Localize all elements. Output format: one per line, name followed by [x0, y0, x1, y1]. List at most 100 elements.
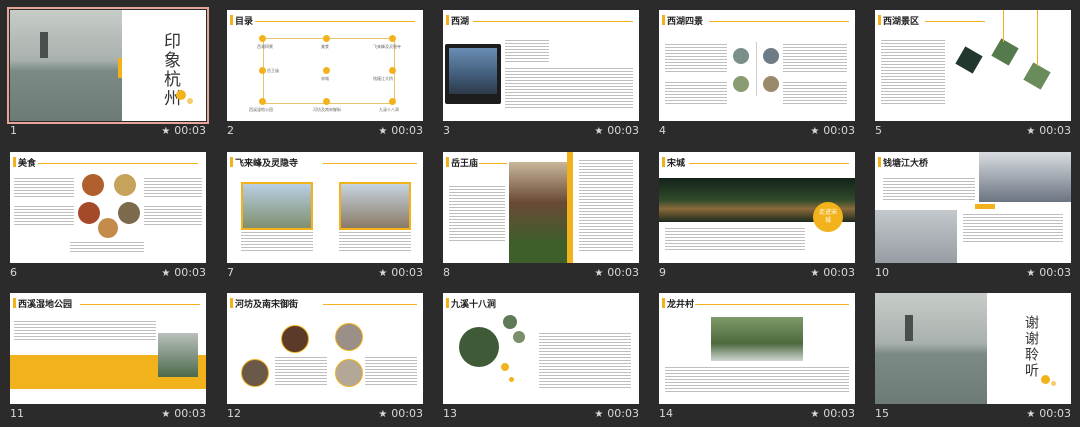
badge-text: 走进宋城: [818, 209, 837, 224]
slide-preview[interactable]: 西溪湿地公园: [10, 293, 206, 404]
slide-number: 1: [10, 124, 17, 137]
decor-dot: [1051, 381, 1056, 386]
slide-preview[interactable]: 岳王庙: [443, 152, 639, 263]
text-block: [144, 178, 202, 198]
slide-preview[interactable]: 龙井村: [659, 293, 855, 404]
bridge-photo: [875, 210, 957, 263]
slide-preview[interactable]: 印象杭州: [7, 7, 209, 124]
text-block: [783, 82, 847, 106]
street-photo: [241, 359, 269, 387]
slide-preview[interactable]: 飞来峰及灵隐寺: [227, 152, 423, 263]
slide-preview[interactable]: 目录 西湖四景 美食 飞来峰及灵隐寺 岳王庙 宋城 钱塘江大桥 西溪湿地公园 河…: [227, 10, 423, 121]
title-bar: [662, 157, 665, 167]
text-block: [505, 40, 549, 64]
slide-preview[interactable]: 西湖景区: [875, 10, 1071, 121]
slide-thumbnail-7[interactable]: 飞来峰及灵隐寺 7 ★ 00:03: [227, 152, 423, 286]
decor-dot: [501, 363, 509, 371]
slide-timing: ★ 00:03: [810, 266, 855, 279]
text-block: [241, 232, 313, 252]
title-bar: [878, 157, 881, 167]
slide-thumbnail-14[interactable]: 龙井村 14 ★ 00:03: [659, 293, 855, 427]
street-photo: [335, 359, 363, 387]
star-icon: ★: [1026, 268, 1036, 279]
slide-title: 西湖四景: [667, 17, 704, 27]
title-bar: [230, 157, 233, 167]
slide-thumbnail-2[interactable]: 目录 西湖四景 美食 飞来峰及灵隐寺 岳王庙 宋城 钱塘江大桥 西溪湿地公园 河…: [227, 10, 423, 144]
title-line: [38, 163, 198, 164]
scene-photo: [763, 48, 779, 64]
slide-thumbnail-9[interactable]: 宋城 走进宋城 9 ★ 00:03: [659, 152, 855, 286]
slide-preview[interactable]: 美食: [10, 152, 206, 263]
hexagon-photo: [955, 46, 983, 74]
text-block: [14, 178, 74, 198]
slide-thumbnail-4[interactable]: 西湖四景 4 ★ 00:03: [659, 10, 855, 144]
slide-number: 5: [875, 124, 882, 137]
slide-thumbnail-8[interactable]: 岳王庙 8 ★ 00:03: [443, 152, 639, 286]
pagoda-shape: [40, 32, 48, 58]
slide-preview[interactable]: 九溪十八涧: [443, 293, 639, 404]
text-block: [665, 82, 727, 106]
slide-number: 10: [875, 266, 889, 279]
slide-thumbnail-6[interactable]: 美食 6 ★ 00:03: [10, 152, 206, 286]
slide-thumbnail-13[interactable]: 九溪十八涧 13 ★ 00:03: [443, 293, 639, 427]
star-icon: ★: [161, 409, 171, 420]
village-photo: [711, 317, 803, 361]
text-block: [665, 367, 849, 393]
slide-title: 西湖景区: [883, 17, 920, 27]
title-bar: [230, 298, 233, 308]
toc-item: 飞来峰及灵隐寺: [373, 44, 401, 49]
text-block: [14, 321, 156, 341]
toc-item: 九溪十八涧: [379, 107, 399, 112]
toc-item: 岳王庙: [267, 68, 279, 73]
slide-timing: ★ 00:03: [161, 407, 206, 420]
slide-number: 8: [443, 266, 450, 279]
accent-bar: [567, 152, 573, 263]
slide-title: 钱塘江大桥: [883, 159, 929, 169]
title-bar: [878, 15, 881, 25]
slide-thumbnail-10[interactable]: 钱塘江大桥 10 ★ 00:03: [875, 152, 1071, 286]
slide-preview[interactable]: 谢谢聆听: [875, 293, 1071, 404]
street-photo: [335, 323, 363, 351]
title-bar: [662, 15, 665, 25]
slide-thumbnail-11[interactable]: 西溪湿地公园 11 ★ 00:03: [10, 293, 206, 427]
text-block: [449, 186, 505, 242]
text-block: [665, 44, 727, 74]
slide-thumbnail-1[interactable]: 印象杭州 1 ★ 00:03: [7, 7, 209, 144]
slide-thumbnail-5[interactable]: 西湖景区 5 ★ 00:03: [875, 10, 1071, 144]
west-lake-pagoda-photo: [10, 10, 122, 121]
decor-dot: [509, 377, 514, 382]
star-icon: ★: [378, 126, 388, 137]
slide-number: 4: [659, 124, 666, 137]
stream-photo: [503, 315, 517, 329]
text-block: [579, 160, 633, 252]
slide-preview[interactable]: 宋城 走进宋城: [659, 152, 855, 263]
toc-dot: [259, 35, 266, 42]
text-block: [14, 206, 74, 226]
title-line: [695, 304, 849, 305]
slide-timing: ★ 00:03: [161, 266, 206, 279]
slide-preview[interactable]: 西湖: [443, 10, 639, 121]
temple-photo: [339, 182, 411, 230]
slide-title: 河坊及南宋御街: [235, 300, 299, 310]
west-lake-pagoda-photo: [875, 293, 987, 404]
toc-dot: [259, 98, 266, 105]
text-block: [665, 228, 805, 252]
slide-thumbnail-12[interactable]: 河坊及南宋御街 12 ★ 00:03: [227, 293, 423, 427]
slide-timing: ★ 00:03: [810, 407, 855, 420]
toc-item: 西湖四景: [257, 44, 273, 49]
star-icon: ★: [1026, 126, 1036, 137]
slide-preview[interactable]: 钱塘江大桥: [875, 152, 1071, 263]
slide-thumbnail-3[interactable]: 西湖 3 ★ 00:03: [443, 10, 639, 144]
text-block: [339, 232, 411, 252]
star-icon: ★: [810, 409, 820, 420]
food-photo: [82, 174, 104, 196]
slide-preview[interactable]: 河坊及南宋御街: [227, 293, 423, 404]
text-block: [881, 40, 945, 104]
title-line: [689, 163, 849, 164]
slide-preview[interactable]: 西湖四景: [659, 10, 855, 121]
slide-timing: ★ 00:03: [1026, 407, 1071, 420]
hexagon-photo: [991, 38, 1019, 66]
pagoda-shape: [905, 315, 913, 341]
slide-number: 13: [443, 407, 457, 420]
slide-thumbnail-15[interactable]: 谢谢聆听 15 ★ 00:03: [875, 293, 1071, 427]
